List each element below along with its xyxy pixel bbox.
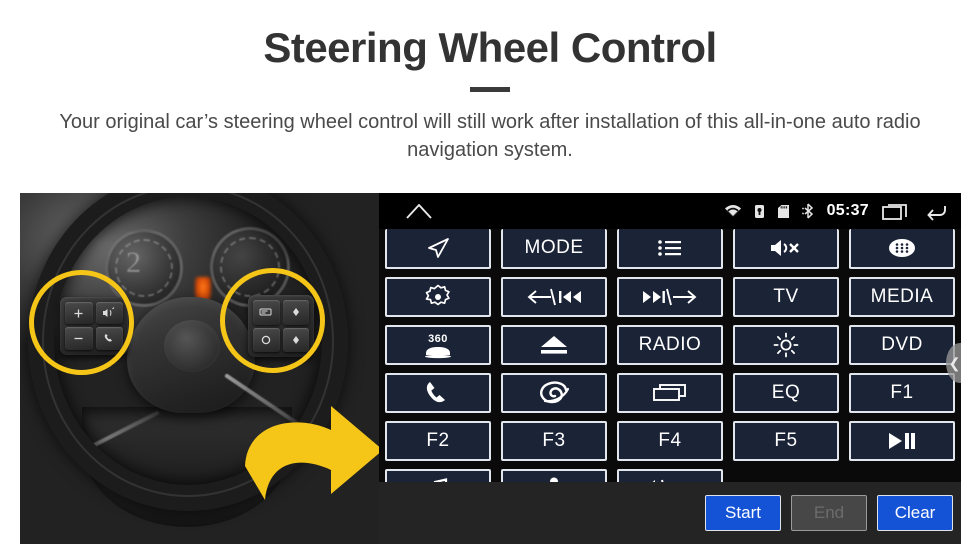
button-previous-track[interactable] xyxy=(501,277,607,317)
button-play-pause[interactable] xyxy=(849,421,955,461)
page-title: Steering Wheel Control xyxy=(263,24,717,71)
title-divider xyxy=(470,87,510,93)
recents-icon[interactable] xyxy=(881,201,911,221)
button-list[interactable] xyxy=(617,229,723,269)
end-button: End xyxy=(791,495,867,531)
status-icons-group: 05:37 xyxy=(724,193,951,229)
button-radio[interactable]: RADIO xyxy=(617,325,723,365)
button-f3[interactable]: F3 xyxy=(501,421,607,461)
action-bar: Start End Clear xyxy=(379,482,961,544)
button-f5[interactable]: F5 xyxy=(733,421,839,461)
button-f4[interactable]: F4 xyxy=(617,421,723,461)
button-mute[interactable] xyxy=(733,229,839,269)
sdcard-icon xyxy=(777,204,790,219)
bluetooth-icon xyxy=(801,203,815,219)
button-navigation[interactable] xyxy=(385,229,491,269)
highlight-circle-right xyxy=(220,268,325,373)
button-window[interactable] xyxy=(617,373,723,413)
head-unit-panel: 05:37 MODE TV MEDIA 360 RADIO DVD EQ F1 … xyxy=(379,193,961,544)
yellow-arrow xyxy=(245,406,379,500)
function-button-grid: MODE TV MEDIA 360 RADIO DVD EQ F1 F2 F3 … xyxy=(385,229,955,509)
highlight-circle-left xyxy=(29,270,134,375)
button-camera-360[interactable]: 360 xyxy=(385,325,491,365)
home-icon[interactable] xyxy=(405,202,433,220)
button-f2[interactable]: F2 xyxy=(385,421,491,461)
function-button-grid-wrapper: MODE TV MEDIA 360 RADIO DVD EQ F1 F2 F3 … xyxy=(379,229,961,509)
button-apps[interactable] xyxy=(849,229,955,269)
clear-button[interactable]: Clear xyxy=(877,495,953,531)
svg-text:360: 360 xyxy=(428,333,448,345)
button-mode[interactable]: MODE xyxy=(501,229,607,269)
button-eject[interactable] xyxy=(501,325,607,365)
status-bar-clock: 05:37 xyxy=(826,202,869,219)
steering-wheel-photo: 2 xyxy=(20,193,379,544)
button-brightness[interactable] xyxy=(733,325,839,365)
button-target[interactable] xyxy=(385,277,491,317)
button-phone[interactable] xyxy=(385,373,491,413)
button-media[interactable]: MEDIA xyxy=(849,277,955,317)
page-root: Steering Wheel Control Your original car… xyxy=(0,0,980,544)
page-header: Steering Wheel Control Your original car… xyxy=(0,0,980,165)
button-next-track[interactable] xyxy=(617,277,723,317)
button-spiral[interactable] xyxy=(501,373,607,413)
chevron-left-icon: ❮ xyxy=(948,355,961,371)
button-eq[interactable]: EQ xyxy=(733,373,839,413)
wifi-icon xyxy=(724,204,742,218)
page-subtitle: Your original car’s steering wheel contr… xyxy=(59,111,921,162)
start-button[interactable]: Start xyxy=(705,495,781,531)
button-tv[interactable]: TV xyxy=(733,277,839,317)
back-icon[interactable] xyxy=(923,201,951,221)
button-dvd[interactable]: DVD xyxy=(849,325,955,365)
usb-lock-icon xyxy=(754,204,765,219)
content-area: 2 05:37 MODE TV MEDIA 360 RADIO DVD EQ F… xyxy=(20,193,961,544)
button-f1[interactable]: F1 xyxy=(849,373,955,413)
android-status-bar: 05:37 xyxy=(379,193,961,229)
